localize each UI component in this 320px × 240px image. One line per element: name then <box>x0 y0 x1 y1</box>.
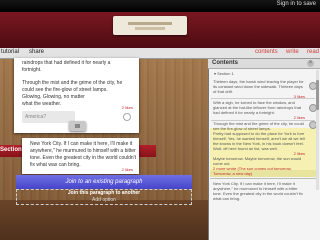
contents-entry[interactable]: Through the mist and the grime of the ci… <box>213 121 305 131</box>
paragraph-line: New York City. If I can make it here, I'… <box>30 141 133 147</box>
likes-count: 2 likes <box>121 105 133 110</box>
contents-entry[interactable]: Thirteen days, the harsh wind leaving th… <box>213 79 305 99</box>
contents-entry[interactable]: Pretty had supposed to do the place for … <box>213 131 305 156</box>
entry-text: With a sigh, he turned to face the windo… <box>213 100 302 115</box>
read-tab[interactable]: read <box>307 49 319 55</box>
divider <box>210 178 318 179</box>
paragraph-line: Glowing, Glowing, no matter <box>22 94 85 100</box>
entry-text: Pretty had supposed to do the place for … <box>213 131 305 151</box>
paragraph-line: fix what was can bring. <box>30 162 81 168</box>
section-label: Section <box>0 147 22 153</box>
radio-icon[interactable] <box>123 113 131 121</box>
entry-text: New York City. If I can make it here, I'… <box>213 181 303 201</box>
paragraph-line: tone. Even the greatest city in the worl… <box>30 155 137 161</box>
alternate-branches[interactable]: 2 more wrote (The sun comes out tomorrow… <box>213 166 305 176</box>
paragraph-line: could see the fire-glow of street lamps. <box>22 87 108 93</box>
story-canvas-footer <box>0 200 208 240</box>
app-logo[interactable] <box>113 16 187 35</box>
share-button[interactable]: share <box>29 49 44 55</box>
sign-in-link[interactable]: Sign in to save <box>277 1 316 7</box>
comment-bubble[interactable]: America? <box>22 111 75 123</box>
divider <box>211 98 315 99</box>
join-add-option: Add option <box>92 197 116 203</box>
entry-text: Maybe tomorrow. Maybe tomorrow, the sun … <box>213 156 302 166</box>
join-hint: Join this paragraph to another <box>67 190 141 196</box>
join-paragraph-button[interactable]: Join to an existing paragraph <box>16 175 192 189</box>
grip-icon <box>75 124 80 128</box>
paragraph-line: what the weather. <box>22 101 62 107</box>
paragraph-line: Through the mist and the grime of the ci… <box>22 80 123 86</box>
paragraph-line: raindrops that had defined it for nearly… <box>22 60 111 66</box>
contents-entry[interactable]: With a sigh, he turned to face the windo… <box>213 100 305 120</box>
paragraph-card[interactable]: New York City. If I can make it here, I'… <box>22 138 139 174</box>
join-drop-zone[interactable]: Join this paragraph to another Add optio… <box>16 189 192 205</box>
write-tab[interactable]: write <box>286 49 299 55</box>
scrollbar-thumb[interactable] <box>316 80 319 110</box>
paragraph-line: anywhere," he murmured to himself with a… <box>30 148 136 154</box>
paragraph-line: fortnight. <box>22 67 42 73</box>
section-header[interactable]: ▾ Section 1 <box>214 71 234 76</box>
entry-text: Through the mist and the grime of the ci… <box>213 121 304 131</box>
tutorial-button[interactable]: tutorial <box>1 49 19 55</box>
entry-text: Thirteen days, the harsh wind leaving th… <box>213 79 304 94</box>
contents-tab[interactable]: contents <box>255 49 278 55</box>
top-bar: Sign in to save <box>0 0 320 12</box>
contents-entry[interactable]: Maybe tomorrow. Maybe tomorrow, the sun … <box>213 156 305 176</box>
contents-entry[interactable]: New York City. If I can make it here, I'… <box>213 181 305 201</box>
close-icon[interactable]: × <box>307 60 314 67</box>
expand-tab[interactable] <box>69 121 86 131</box>
contents-title: Contents <box>212 60 238 66</box>
likes-count: 2 likes <box>121 167 133 172</box>
